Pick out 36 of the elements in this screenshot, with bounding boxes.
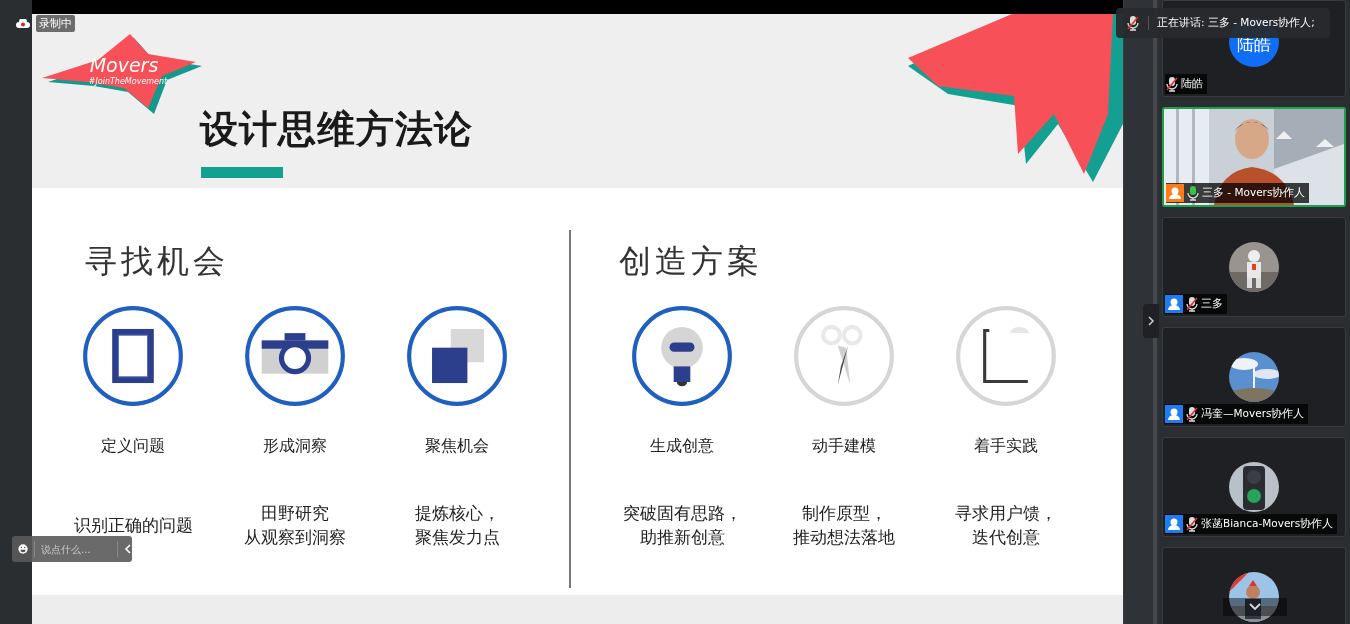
step-label: 动手建模 bbox=[812, 436, 876, 457]
chat-bar[interactable]: 说点什么... bbox=[12, 536, 132, 562]
collapse-button[interactable] bbox=[1143, 304, 1159, 338]
participant-name: 陆皓 bbox=[1181, 77, 1203, 91]
expand-button[interactable] bbox=[1223, 598, 1287, 616]
chat-input[interactable]: 说点什么... bbox=[34, 541, 118, 557]
chevron-left-icon bbox=[124, 543, 132, 555]
participant-name: 三多 - Movers协作人 bbox=[1202, 186, 1306, 200]
chevron-down-icon bbox=[1248, 602, 1262, 612]
participant-tile[interactable]: 冯奎—Movers协作人 bbox=[1162, 327, 1346, 427]
step-description: 提炼核心， 聚焦发力点 bbox=[414, 504, 500, 546]
step-label: 着手实践 bbox=[974, 436, 1038, 457]
step-label: 定义问题 bbox=[101, 436, 165, 457]
step-label: 生成创意 bbox=[650, 436, 714, 457]
step-description: 田野研究 从观察到洞察 bbox=[244, 504, 346, 546]
slide-title: 设计思维方法论 bbox=[200, 106, 473, 153]
section-heading: 创造方案 bbox=[619, 241, 764, 282]
recording-label: 录制中 bbox=[36, 15, 75, 32]
participant-tile[interactable]: 三多 bbox=[1162, 217, 1346, 317]
step-description: 突破固有思路， 助推新创意 bbox=[622, 504, 742, 546]
step-description: 制作原型， 推动想法落地 bbox=[793, 504, 895, 546]
participant-tile[interactable] bbox=[1162, 547, 1346, 624]
step-label: 聚焦机会 bbox=[425, 436, 489, 457]
participant-name: 张菡Bianca-Movers协作人 bbox=[1201, 517, 1334, 531]
section-heading: 寻找机会 bbox=[85, 241, 230, 282]
speaking-text: 正在讲话: 三多 - Movers协作人; bbox=[1148, 16, 1315, 30]
participant-tile[interactable]: 张菡Bianca-Movers协作人 bbox=[1162, 437, 1346, 537]
smiley-icon[interactable] bbox=[18, 542, 28, 556]
step-label: 形成洞察 bbox=[263, 436, 327, 457]
recording-icon bbox=[16, 18, 30, 29]
participant-name: 三多 bbox=[1201, 297, 1223, 311]
participant-name: 冯奎—Movers协作人 bbox=[1201, 407, 1305, 421]
step-description: 寻求用户馈， 迭代创意 bbox=[955, 504, 1057, 546]
video-tile[interactable]: 三多 - Movers协作人 bbox=[1162, 107, 1346, 207]
step-description: 识别正确的问题 bbox=[73, 516, 193, 534]
chevron-right-icon bbox=[1147, 315, 1155, 327]
